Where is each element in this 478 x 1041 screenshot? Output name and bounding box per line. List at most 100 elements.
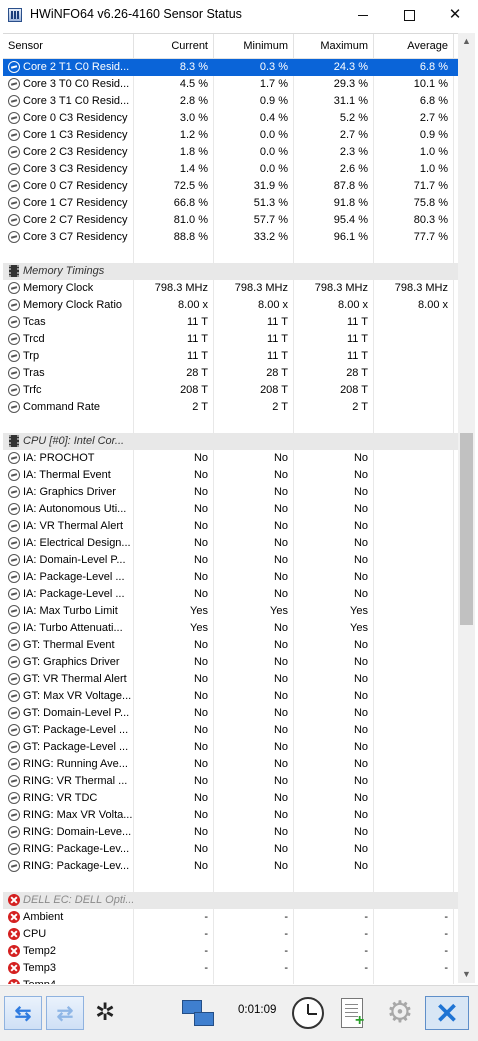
table-row[interactable]: RING: VR TDC No No No — [3, 790, 458, 807]
scroll-up-arrow-icon[interactable]: ▲ — [458, 33, 475, 50]
table-row[interactable]: IA: Turbo Attenuati... Yes No Yes — [3, 620, 458, 637]
column-header-maximum[interactable]: Maximum — [294, 34, 374, 58]
close-sensors-button[interactable]: ✕ — [425, 996, 469, 1030]
logging-report-button[interactable]: + — [333, 996, 373, 1030]
minimum-value: No — [214, 739, 294, 756]
column-header-current[interactable]: Current — [134, 34, 214, 58]
table-row[interactable]: RING: Package-Lev... No No No — [3, 841, 458, 858]
table-row[interactable]: RING: VR Thermal ... No No No — [3, 773, 458, 790]
table-row[interactable]: Memory Clock 798.3 MHz 798.3 MHz 798.3 MHz 7… — [3, 280, 458, 297]
network-button[interactable] — [176, 996, 218, 1030]
table-row[interactable]: Core 2 C3 Residency 1.8 % 0.0 % 2.3 % 1.0 % — [3, 144, 458, 161]
average-value — [374, 314, 454, 331]
maximum-value: Yes — [294, 620, 374, 637]
table-row[interactable]: Core 3 T0 C0 Resid... 4.5 % 1.7 % 29.3 % 10.… — [3, 76, 458, 93]
table-row[interactable]: RING: Domain-Leve... No No No — [3, 824, 458, 841]
maximize-button[interactable] — [386, 0, 432, 30]
minimum-value: 0.0 % — [214, 161, 294, 178]
move-columns-button[interactable]: ⇄ — [46, 996, 84, 1030]
maximum-value: No — [294, 569, 374, 586]
maximum-value: - — [294, 977, 374, 984]
current-value: 2 T — [134, 399, 214, 416]
table-row[interactable]: IA: Package-Level ... No No No — [3, 569, 458, 586]
current-value: No — [134, 756, 214, 773]
current-value: No — [134, 824, 214, 841]
vertical-scrollbar[interactable]: ▲ ▼ — [458, 33, 475, 983]
table-row[interactable]: Tcas 11 T 11 T 11 T — [3, 314, 458, 331]
scroll-down-arrow-icon[interactable]: ▼ — [458, 966, 475, 983]
table-row[interactable]: Core 1 C3 Residency 1.2 % 0.0 % 2.7 % 0.9 % — [3, 127, 458, 144]
table-row[interactable]: Core 3 T1 C0 Resid... 2.8 % 0.9 % 31.1 % 6.8… — [3, 93, 458, 110]
table-row[interactable]: Trcd 11 T 11 T 11 T — [3, 331, 458, 348]
table-row[interactable]: Core 0 C3 Residency 3.0 % 0.4 % 5.2 % 2.7 % — [3, 110, 458, 127]
table-row[interactable]: GT: Graphics Driver No No No — [3, 654, 458, 671]
column-header-average[interactable]: Average — [374, 34, 454, 58]
scrollbar-thumb[interactable] — [460, 433, 473, 625]
reset-clock-button[interactable] — [288, 996, 328, 1030]
average-value — [374, 688, 454, 705]
table-row[interactable]: IA: Package-Level ... No No No — [3, 586, 458, 603]
sensor-name: DELL EC: DELL Opti... — [3, 892, 134, 909]
current-value: - — [134, 909, 214, 926]
table-row[interactable]: Command Rate 2 T2 T2 T — [3, 399, 458, 416]
sensor-name: GT: Package-Level ... — [3, 722, 134, 739]
table-row[interactable]: IA: Max Turbo Limit Yes Yes Yes — [3, 603, 458, 620]
expand-collapse-button[interactable]: ⇆ — [4, 996, 42, 1030]
table-row[interactable]: IA: PROCHOT No No No — [3, 450, 458, 467]
table-row[interactable]: Temp3- - - - — [3, 960, 458, 977]
table-row[interactable]: Temp2- - - - — [3, 943, 458, 960]
average-value — [374, 263, 454, 280]
table-row[interactable]: Core 0 C7 Residency 72.5 % 31.9 % 87.8 % 71.… — [3, 178, 458, 195]
table-row[interactable]: GT: Domain-Level P... No No No — [3, 705, 458, 722]
table-row[interactable]: GT: Max VR Voltage... No No No — [3, 688, 458, 705]
minimum-value: No — [214, 654, 294, 671]
maximum-value: No — [294, 722, 374, 739]
table-row[interactable]: Core 2 C7 Residency 81.0 % 57.7 % 95.4 % 80.… — [3, 212, 458, 229]
table-row[interactable]: Trp 11 T 11 T 11 T — [3, 348, 458, 365]
current-value: No — [134, 841, 214, 858]
table-row[interactable]: IA: Domain-Level P... No No No — [3, 552, 458, 569]
table-row[interactable]: Core 2 T1 C0 Resid... 8.3 % 0.3 % 24.3 % 6.8… — [3, 59, 458, 76]
table-row[interactable]: Core 1 C7 Residency 66.8 % 51.3 % 91.8 % 75.… — [3, 195, 458, 212]
settings-button[interactable]: ⚙ — [380, 996, 420, 1030]
table-row[interactable]: GT: VR Thermal Alert No No No — [3, 671, 458, 688]
minimum-value: No — [214, 688, 294, 705]
table-row[interactable]: Ambient - - - - — [3, 909, 458, 926]
table-row[interactable]: IA: Graphics Driver No No No — [3, 484, 458, 501]
table-row[interactable]: Trfc 208 T 208 T 208 T — [3, 382, 458, 399]
average-value: 8.00 x — [374, 297, 454, 314]
table-row[interactable]: Temp4---- — [3, 977, 458, 984]
table-row[interactable]: GT: Package-Level ... No No No — [3, 739, 458, 756]
minimize-button[interactable] — [340, 0, 386, 30]
close-window-button[interactable]: ✕ — [432, 0, 478, 30]
sensor-name: IA: Package-Level ... — [3, 569, 134, 586]
table-row[interactable]: IA: VR Thermal Alert No No No — [3, 518, 458, 535]
column-header-minimum[interactable]: Minimum — [214, 34, 294, 58]
table-row[interactable]: RING: Package-Lev... No No No — [3, 858, 458, 875]
current-value — [134, 246, 214, 263]
sensor-group-row[interactable]: Memory Timings — [3, 263, 458, 280]
sensor-group-row[interactable]: DELL EC: DELL Opti... — [3, 892, 458, 909]
table-row[interactable]: IA: Autonomous Uti... No No No — [3, 501, 458, 518]
table-row[interactable]: RING: Running Ave... No No No — [3, 756, 458, 773]
table-row[interactable]: GT: Package-Level ... No No No — [3, 722, 458, 739]
table-row[interactable]: Core 3 C7 Residency 88.8 % 33.2 % 96.1 % 77.… — [3, 229, 458, 246]
average-value: 77.7 % — [374, 229, 454, 246]
minimum-value: 2 T — [214, 399, 294, 416]
column-header-sensor[interactable]: Sensor — [3, 34, 134, 58]
table-row[interactable]: RING: Max VR Volta... No No No — [3, 807, 458, 824]
table-row[interactable]: CPU - - - - — [3, 926, 458, 943]
average-value — [374, 246, 454, 263]
table-row[interactable]: Core 3 C3 Residency 1.4 % 0.0 % 2.6 % 1.0 % — [3, 161, 458, 178]
maximum-value: 5.2 % — [294, 110, 374, 127]
current-value: 11 T — [134, 348, 214, 365]
sensor-group-row[interactable]: CPU [#0]: Intel Cor... — [3, 433, 458, 450]
table-row[interactable]: Tras 28 T 28 T 28 T — [3, 365, 458, 382]
table-row[interactable]: Memory Clock Ratio 8.00 x 8.00 x 8.00 x 8.00… — [3, 297, 458, 314]
average-value — [374, 892, 454, 909]
table-row[interactable]: IA: Electrical Design... No No No — [3, 535, 458, 552]
table-row[interactable]: GT: Thermal Event No No No — [3, 637, 458, 654]
table-row[interactable]: IA: Thermal Event No No No — [3, 467, 458, 484]
fan-control-button[interactable]: ✲ — [91, 996, 119, 1030]
sensor-name: Memory Clock Ratio — [3, 297, 134, 314]
